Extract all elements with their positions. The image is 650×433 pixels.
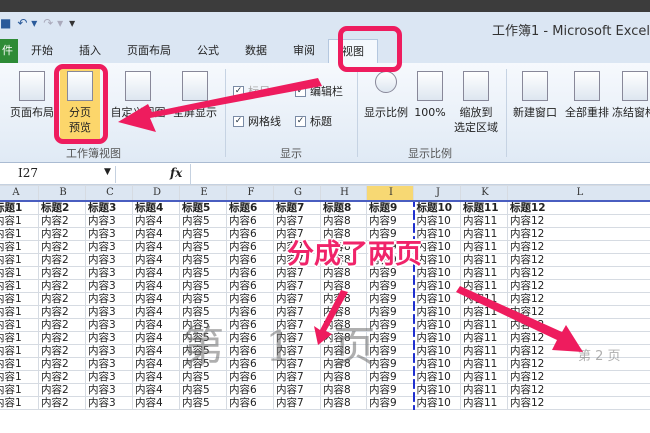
annotation-text: 分成了两页 xyxy=(287,239,422,270)
view-tab-highlight xyxy=(338,26,402,72)
arrow-to-page-2 xyxy=(456,286,583,352)
page-break-button-highlight xyxy=(54,64,108,144)
arrow-to-page-break-button xyxy=(118,78,322,132)
arrow-to-page-1 xyxy=(314,290,348,345)
